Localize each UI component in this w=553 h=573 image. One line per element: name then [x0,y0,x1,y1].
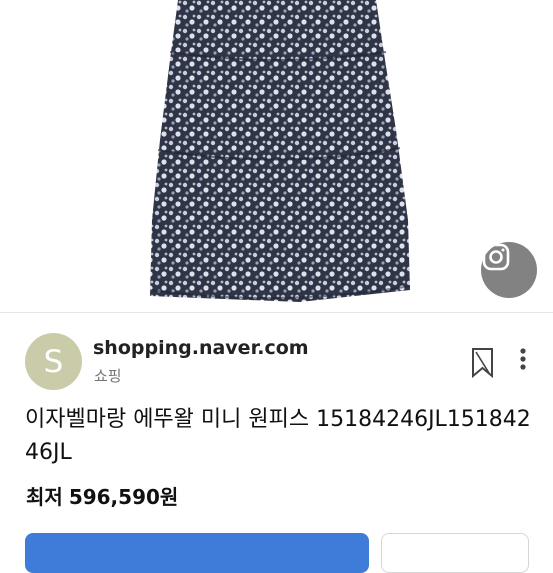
bookmark-icon [472,348,493,379]
bookmark-button[interactable] [470,347,498,379]
camera-lens-icon [482,243,510,271]
price-label: 최저 [26,485,63,509]
more-vertical-icon [520,348,526,370]
product-title[interactable]: 이자벨마랑 에뚜왈 미니 원피스 15184246JL15184246JL [25,403,535,469]
dress-illustration [149,0,411,302]
more-options-button[interactable] [514,345,532,375]
source-domain[interactable]: shopping.naver.com [93,337,309,359]
product-image[interactable] [0,0,553,312]
price-value: 596,590원 [68,485,179,509]
secondary-action-button[interactable] [381,533,529,573]
source-category: 쇼핑 [94,367,122,385]
lens-search-button[interactable] [481,242,537,298]
source-avatar[interactable]: S [25,333,82,390]
primary-action-button[interactable] [25,533,369,573]
divider [0,312,553,313]
price-row: 최저 596,590원 [26,481,184,510]
